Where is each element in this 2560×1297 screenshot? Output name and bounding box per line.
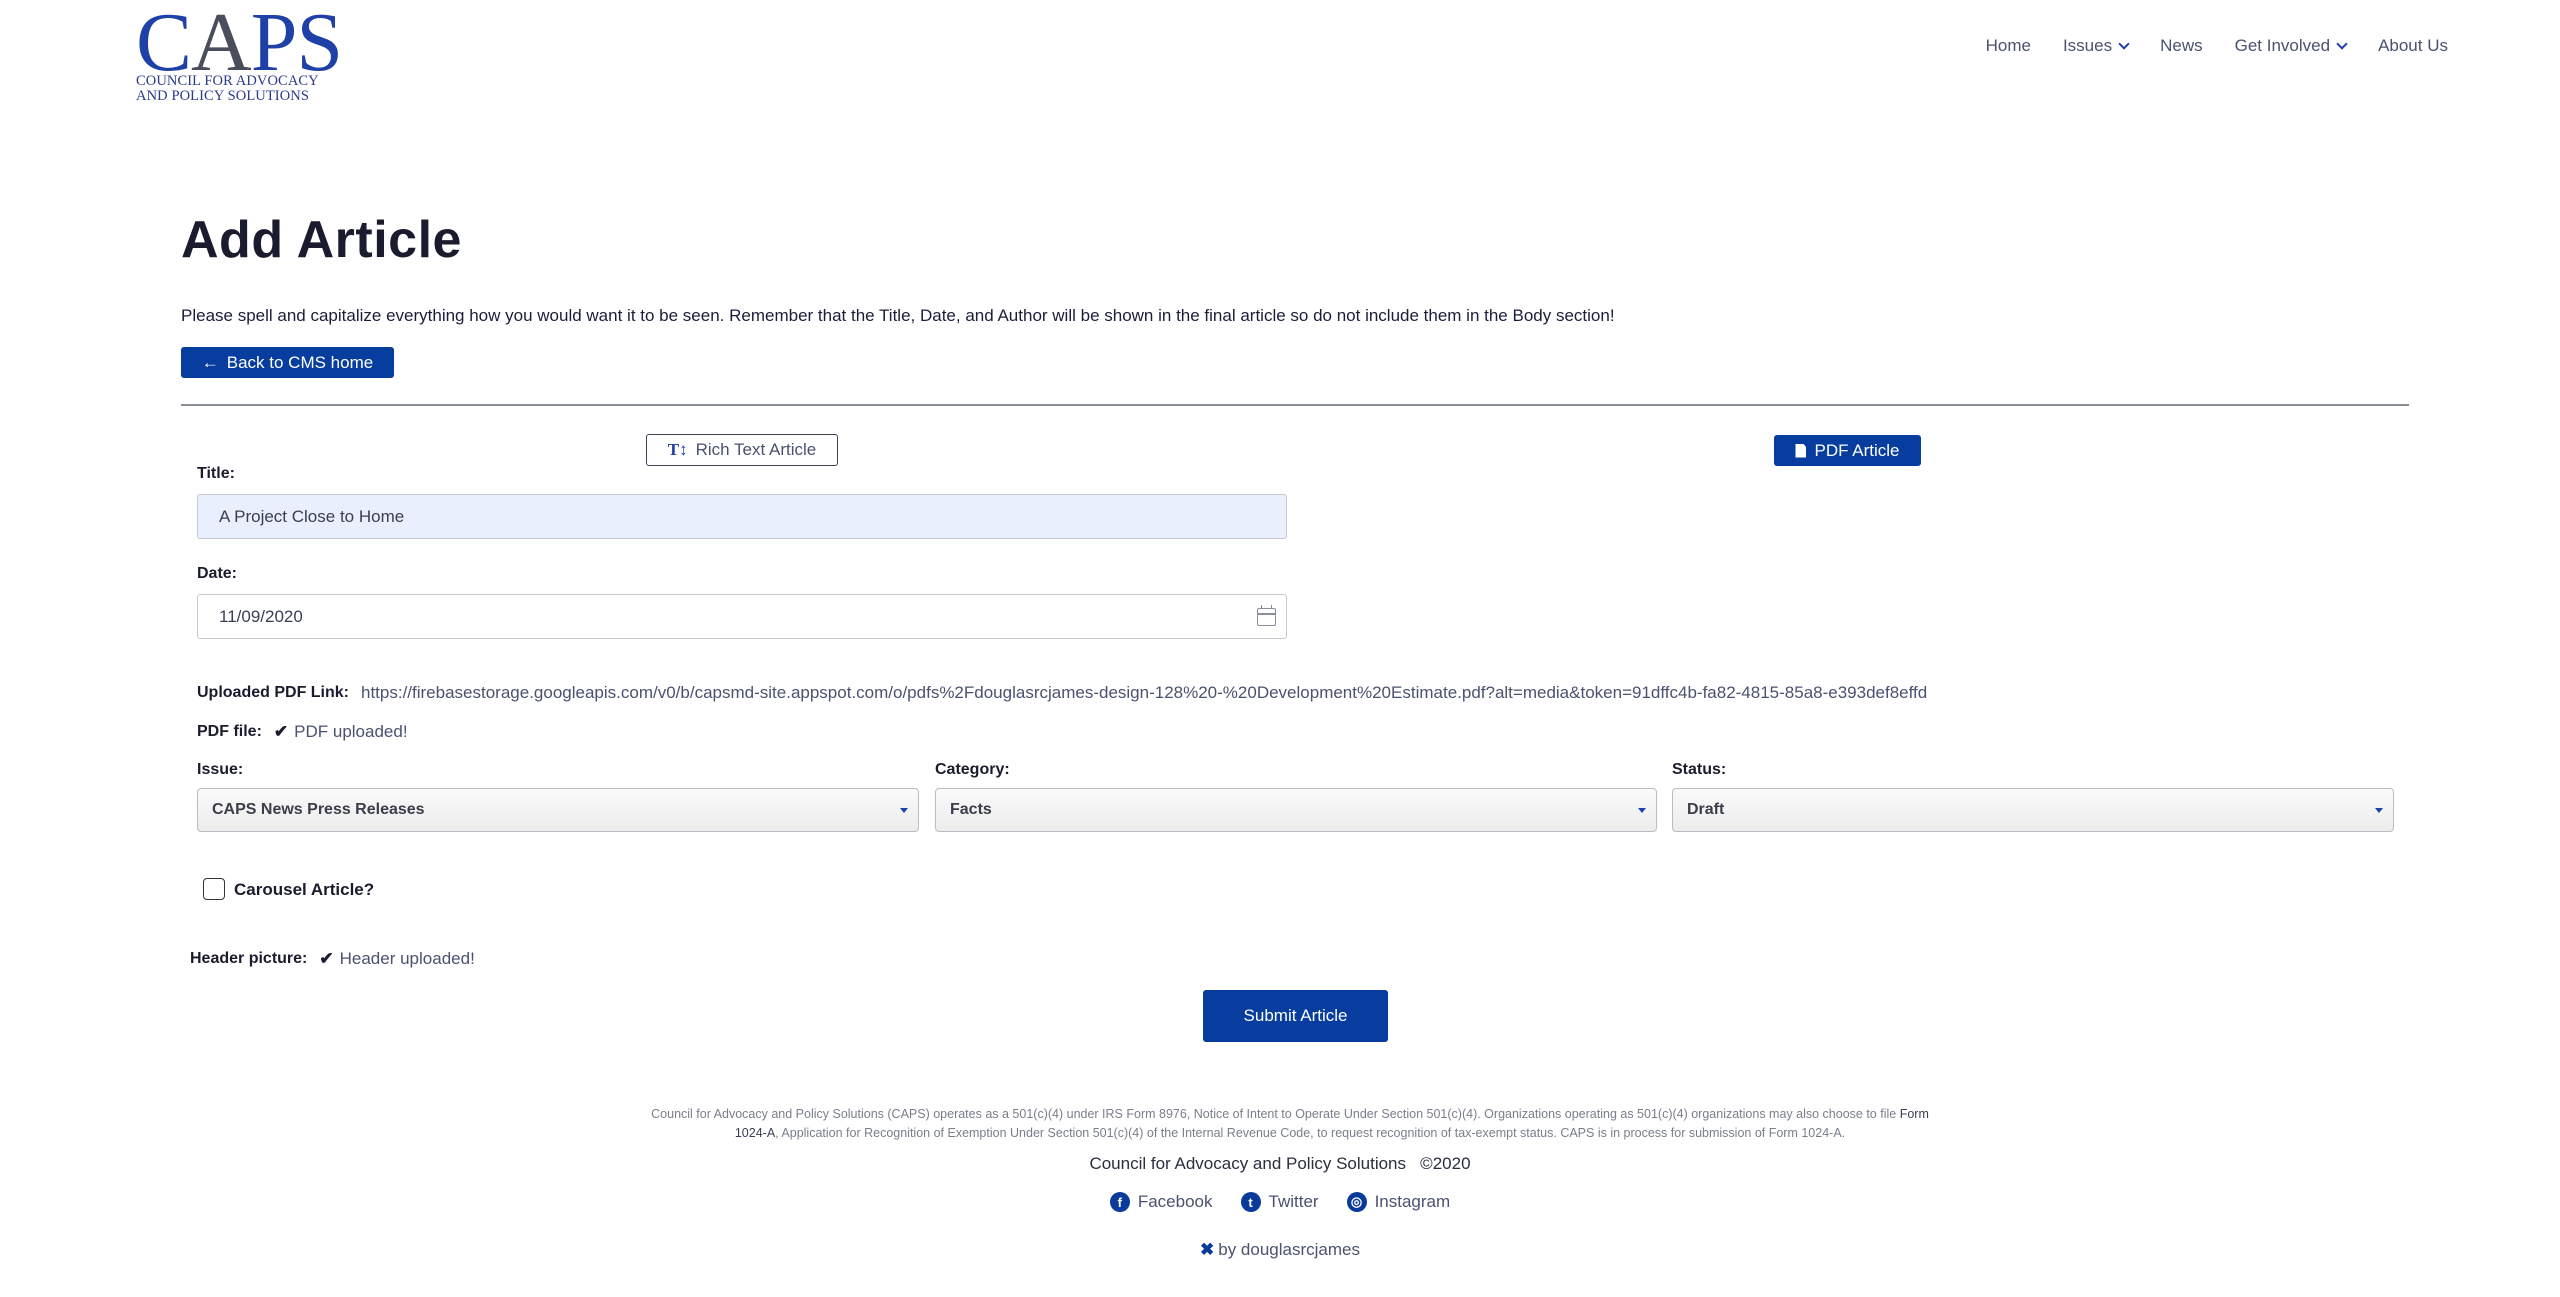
social-label: Instagram	[1374, 1192, 1451, 1211]
page-title: Add Article	[181, 211, 462, 269]
nav-home[interactable]: Home	[1986, 36, 2031, 56]
button-label: Submit Article	[1243, 1006, 1348, 1025]
copyright-text: Council for Advocacy and Policy Solution…	[1089, 1154, 1471, 1173]
title-value: A Project Close to Home	[219, 506, 405, 526]
status-select[interactable]: Draft	[1672, 788, 2394, 832]
pdf-link-value[interactable]: https://firebasestorage.googleapis.com/v…	[361, 683, 1927, 703]
logo-wordmark: CAPS	[136, 1, 343, 85]
title-label: Title:	[197, 465, 235, 482]
logo-subtitle-line: COUNCIL FOR ADVOCACY	[136, 73, 319, 89]
issue-label: Issue:	[197, 761, 244, 778]
header-picture-status: Header uploaded!	[339, 949, 475, 968]
pdf-link-label: Uploaded PDF Link:	[197, 684, 349, 701]
submit-article-button[interactable]: Submit Article	[1203, 990, 1388, 1042]
status-value: Draft	[1687, 801, 1725, 818]
facebook-icon: f	[1109, 1192, 1130, 1212]
pdf-file-row: PDF file: ✔ PDF uploaded!	[197, 722, 408, 742]
social-links: f Facebook t Twitter ◎ Instagram	[0, 1192, 2560, 1212]
facebook-link[interactable]: f Facebook	[1109, 1192, 1213, 1212]
intro-text: Please spell and capitalize everything h…	[181, 306, 1615, 325]
chevron-down-icon	[2336, 37, 2348, 50]
nav-label: Home	[1985, 36, 2031, 55]
divider	[181, 404, 2409, 406]
issue-select[interactable]: CAPS News Press Releases	[197, 788, 919, 832]
nav-label: News	[2160, 36, 2203, 55]
date-input[interactable]: 11/09/2020	[197, 594, 1287, 639]
button-label: PDF Article	[1814, 440, 1900, 460]
main-nav: Home Issues News Get Involved About Us	[1954, 36, 2448, 56]
file-pdf-icon	[1795, 443, 1807, 458]
text-height-icon: T↕	[667, 440, 688, 459]
date-label: Date:	[197, 565, 238, 582]
header-picture-label: Header picture:	[190, 950, 308, 967]
nav-issues[interactable]: Issues	[2062, 36, 2130, 56]
disclaimer-text: Council for Advocacy and Policy Solution…	[651, 1107, 1900, 1121]
copyright: Council for Advocacy and Policy Solution…	[0, 1154, 2560, 1174]
carousel-checkbox[interactable]	[203, 878, 225, 900]
date-value: 11/09/2020	[219, 606, 303, 626]
category-select[interactable]: Facts	[935, 788, 1657, 832]
developer-credit[interactable]: ✖ by douglasrcjames	[0, 1240, 2560, 1260]
calendar-icon[interactable]	[1257, 605, 1276, 626]
instagram-icon: ◎	[1346, 1192, 1367, 1212]
category-value: Facts	[950, 801, 992, 818]
credit-text: by douglasrcjames	[1218, 1240, 1360, 1259]
caps-logo[interactable]: CAPS COUNCIL FOR ADVOCACY AND POLICY SOL…	[134, 1, 343, 104]
nav-get-involved[interactable]: Get Involved	[2234, 36, 2348, 56]
header-picture-row: Header picture: ✔ Header uploaded!	[190, 949, 475, 969]
twitter-link[interactable]: t Twitter	[1240, 1192, 1319, 1212]
instagram-link[interactable]: ◎ Instagram	[1346, 1192, 1451, 1212]
arrow-left-icon: ←	[201, 352, 219, 372]
nav-label: Issues	[2062, 36, 2113, 55]
nav-label: About Us	[2378, 36, 2448, 55]
caret-down-icon	[900, 808, 908, 813]
status-label: Status:	[1672, 761, 1727, 778]
pdf-file-status: PDF uploaded!	[294, 722, 408, 741]
pdf-article-button[interactable]: PDF Article	[1774, 435, 1921, 466]
uploaded-pdf-link-row: Uploaded PDF Link: https://firebasestora…	[197, 683, 1927, 703]
social-label: Twitter	[1268, 1192, 1319, 1211]
back-to-cms-button[interactable]: ← Back to CMS home	[181, 347, 394, 378]
logo-subtitle: COUNCIL FOR ADVOCACY AND POLICY SOLUTION…	[136, 74, 319, 104]
nav-about-us[interactable]: About Us	[2378, 36, 2448, 56]
button-label: Rich Text Article	[695, 440, 817, 459]
check-icon: ✔	[273, 722, 289, 741]
carousel-label[interactable]: Carousel Article?	[234, 880, 374, 900]
logo-subtitle-line: AND POLICY SOLUTIONS	[136, 88, 310, 104]
issue-value: CAPS News Press Releases	[212, 801, 425, 818]
twitter-icon: t	[1240, 1192, 1261, 1212]
title-input[interactable]: A Project Close to Home	[197, 494, 1287, 539]
chevron-down-icon	[2118, 37, 2130, 50]
legal-disclaimer: Council for Advocacy and Policy Solution…	[640, 1105, 1940, 1143]
caret-down-icon	[2375, 808, 2383, 813]
social-label: Facebook	[1137, 1192, 1213, 1211]
button-label: Back to CMS home	[226, 352, 374, 372]
check-icon: ✔	[319, 949, 334, 968]
tools-icon: ✖	[1200, 1240, 1215, 1259]
disclaimer-text: , Application for Recognition of Exempti…	[775, 1126, 1846, 1140]
rich-text-article-button[interactable]: T↕ Rich Text Article	[646, 434, 838, 466]
caret-down-icon	[1638, 808, 1646, 813]
category-label: Category:	[935, 761, 1010, 778]
nav-label: Get Involved	[2234, 36, 2331, 55]
pdf-file-label: PDF file:	[197, 723, 262, 740]
nav-news[interactable]: News	[2160, 36, 2203, 56]
